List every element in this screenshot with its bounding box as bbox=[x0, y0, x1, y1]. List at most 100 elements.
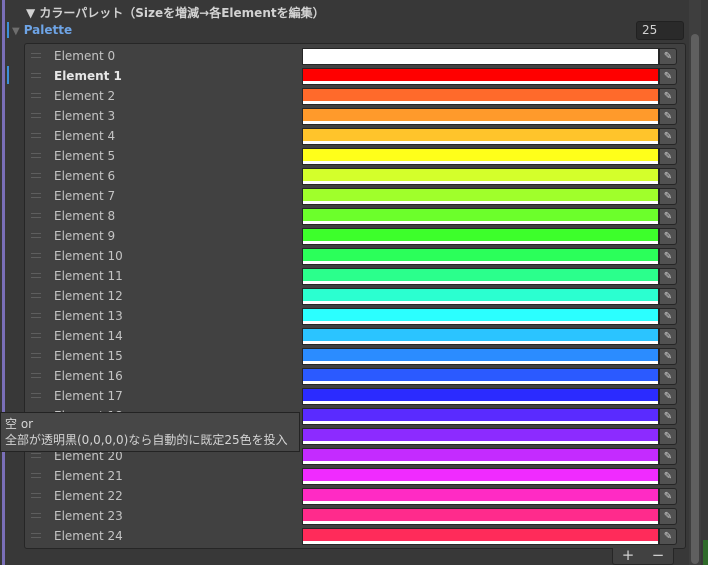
eyedropper-icon[interactable]: ✎ bbox=[659, 188, 677, 205]
scrollbar-thumb[interactable] bbox=[691, 34, 699, 564]
list-item[interactable]: Element 7 ✎ bbox=[25, 186, 685, 206]
drag-handle-icon[interactable] bbox=[31, 153, 41, 158]
eyedropper-icon[interactable]: ✎ bbox=[659, 248, 677, 265]
color-field[interactable] bbox=[302, 428, 659, 445]
drag-handle-icon[interactable] bbox=[31, 513, 41, 518]
color-field[interactable] bbox=[302, 248, 659, 265]
drag-handle-icon[interactable] bbox=[31, 493, 41, 498]
drag-handle-icon[interactable] bbox=[31, 273, 41, 278]
eyedropper-icon[interactable]: ✎ bbox=[659, 288, 677, 305]
list-item[interactable]: Element 3 ✎ bbox=[25, 106, 685, 126]
list-item[interactable]: Element 16 ✎ bbox=[25, 366, 685, 386]
drag-handle-icon[interactable] bbox=[31, 353, 41, 358]
eyedropper-icon[interactable]: ✎ bbox=[659, 468, 677, 485]
color-field[interactable] bbox=[302, 328, 659, 345]
eyedropper-icon[interactable]: ✎ bbox=[659, 368, 677, 385]
list-item[interactable]: Element 12 ✎ bbox=[25, 286, 685, 306]
list-item[interactable]: Element 14 ✎ bbox=[25, 326, 685, 346]
drag-handle-icon[interactable] bbox=[31, 173, 41, 178]
drag-handle-icon[interactable] bbox=[31, 133, 41, 138]
color-field[interactable] bbox=[302, 388, 659, 405]
list-item[interactable]: Element 24 ✎ bbox=[25, 526, 685, 546]
list-item[interactable]: Element 2 ✎ bbox=[25, 86, 685, 106]
eyedropper-icon[interactable]: ✎ bbox=[659, 348, 677, 365]
list-item[interactable]: Element 21 ✎ bbox=[25, 466, 685, 486]
color-field[interactable] bbox=[302, 68, 659, 85]
list-item[interactable]: Element 8 ✎ bbox=[25, 206, 685, 226]
eyedropper-icon[interactable]: ✎ bbox=[659, 508, 677, 525]
eyedropper-icon[interactable]: ✎ bbox=[659, 328, 677, 345]
eyedropper-icon[interactable]: ✎ bbox=[659, 228, 677, 245]
eyedropper-icon[interactable]: ✎ bbox=[659, 88, 677, 105]
list-item[interactable]: Element 15 ✎ bbox=[25, 346, 685, 366]
color-field[interactable] bbox=[302, 348, 659, 365]
drag-handle-icon[interactable] bbox=[31, 533, 41, 538]
color-field[interactable] bbox=[302, 128, 659, 145]
eyedropper-icon[interactable]: ✎ bbox=[659, 308, 677, 325]
drag-handle-icon[interactable] bbox=[31, 453, 41, 458]
drag-handle-icon[interactable] bbox=[31, 73, 41, 78]
list-item[interactable]: Element 11 ✎ bbox=[25, 266, 685, 286]
eyedropper-icon[interactable]: ✎ bbox=[659, 168, 677, 185]
drag-handle-icon[interactable] bbox=[31, 213, 41, 218]
eyedropper-icon[interactable]: ✎ bbox=[659, 428, 677, 445]
drag-handle-icon[interactable] bbox=[31, 373, 41, 378]
color-field[interactable] bbox=[302, 148, 659, 165]
eyedropper-icon[interactable]: ✎ bbox=[659, 528, 677, 545]
eyedropper-icon[interactable]: ✎ bbox=[659, 208, 677, 225]
eyedropper-icon[interactable]: ✎ bbox=[659, 48, 677, 65]
list-item[interactable]: Element 10 ✎ bbox=[25, 246, 685, 266]
color-field[interactable] bbox=[302, 188, 659, 205]
color-field[interactable] bbox=[302, 228, 659, 245]
list-item[interactable]: Element 4 ✎ bbox=[25, 126, 685, 146]
color-field[interactable] bbox=[302, 48, 659, 65]
drag-handle-icon[interactable] bbox=[31, 313, 41, 318]
list-item[interactable]: Element 5 ✎ bbox=[25, 146, 685, 166]
drag-handle-icon[interactable] bbox=[31, 53, 41, 58]
eyedropper-icon[interactable]: ✎ bbox=[659, 268, 677, 285]
eyedropper-icon[interactable]: ✎ bbox=[659, 448, 677, 465]
eyedropper-icon[interactable]: ✎ bbox=[659, 388, 677, 405]
list-item[interactable]: Element 6 ✎ bbox=[25, 166, 685, 186]
eyedropper-icon[interactable]: ✎ bbox=[659, 488, 677, 505]
list-item[interactable]: Element 13 ✎ bbox=[25, 306, 685, 326]
drag-handle-icon[interactable] bbox=[31, 113, 41, 118]
color-field[interactable] bbox=[302, 468, 659, 485]
color-field[interactable] bbox=[302, 288, 659, 305]
list-item[interactable]: Element 1 ✎ bbox=[25, 66, 685, 86]
list-item[interactable]: Element 0 ✎ bbox=[25, 46, 685, 66]
color-field[interactable] bbox=[302, 168, 659, 185]
color-field[interactable] bbox=[302, 488, 659, 505]
list-item[interactable]: Element 23 ✎ bbox=[25, 506, 685, 526]
color-field[interactable] bbox=[302, 268, 659, 285]
color-field[interactable] bbox=[302, 448, 659, 465]
color-field[interactable] bbox=[302, 88, 659, 105]
list-item[interactable]: Element 22 ✎ bbox=[25, 486, 685, 506]
drag-handle-icon[interactable] bbox=[31, 233, 41, 238]
eyedropper-icon[interactable]: ✎ bbox=[659, 68, 677, 85]
array-size-field[interactable]: 25 bbox=[636, 21, 684, 40]
eyedropper-icon[interactable]: ✎ bbox=[659, 108, 677, 125]
drag-handle-icon[interactable] bbox=[31, 333, 41, 338]
color-field[interactable] bbox=[302, 368, 659, 385]
drag-handle-icon[interactable] bbox=[31, 393, 41, 398]
color-field[interactable] bbox=[302, 528, 659, 545]
drag-handle-icon[interactable] bbox=[31, 293, 41, 298]
color-field[interactable] bbox=[302, 108, 659, 125]
drag-handle-icon[interactable] bbox=[31, 253, 41, 258]
eyedropper-icon[interactable]: ✎ bbox=[659, 148, 677, 165]
list-item[interactable]: Element 9 ✎ bbox=[25, 226, 685, 246]
remove-element-button[interactable]: − bbox=[652, 548, 665, 564]
palette-foldout[interactable]: ▼ Palette bbox=[12, 23, 72, 37]
drag-handle-icon[interactable] bbox=[31, 93, 41, 98]
drag-handle-icon[interactable] bbox=[31, 193, 41, 198]
add-element-button[interactable]: + bbox=[622, 548, 635, 564]
color-field[interactable] bbox=[302, 508, 659, 525]
color-field[interactable] bbox=[302, 408, 659, 425]
eyedropper-icon[interactable]: ✎ bbox=[659, 408, 677, 425]
drag-handle-icon[interactable] bbox=[31, 473, 41, 478]
color-field[interactable] bbox=[302, 208, 659, 225]
eyedropper-icon[interactable]: ✎ bbox=[659, 128, 677, 145]
list-item[interactable]: Element 17 ✎ bbox=[25, 386, 685, 406]
color-field[interactable] bbox=[302, 308, 659, 325]
